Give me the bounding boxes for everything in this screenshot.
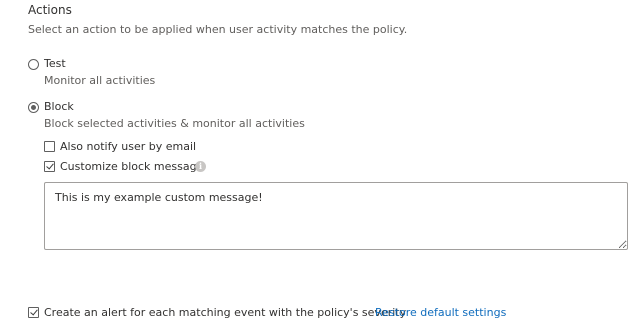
custom-message-textarea[interactable] (44, 182, 628, 250)
info-icon[interactable]: i (195, 161, 206, 172)
restore-default-link[interactable]: Restore default settings (375, 306, 506, 319)
block-radio[interactable] (28, 102, 39, 113)
notify-email-checkbox[interactable] (44, 141, 55, 152)
notify-email-label[interactable]: Also notify user by email (60, 140, 196, 153)
test-label[interactable]: Test (44, 57, 66, 70)
block-label[interactable]: Block (44, 100, 74, 113)
block-description: Block selected activities & monitor all … (44, 117, 305, 130)
actions-title: Actions (28, 3, 72, 17)
create-alert-checkbox[interactable] (28, 307, 39, 318)
test-radio[interactable] (28, 59, 39, 70)
customize-message-checkbox[interactable] (44, 161, 55, 172)
customize-message-label[interactable]: Customize block message (60, 160, 203, 173)
create-alert-label[interactable]: Create an alert for each matching event … (44, 306, 406, 319)
actions-description: Select an action to be applied when user… (28, 23, 408, 36)
test-description: Monitor all activities (44, 74, 156, 87)
